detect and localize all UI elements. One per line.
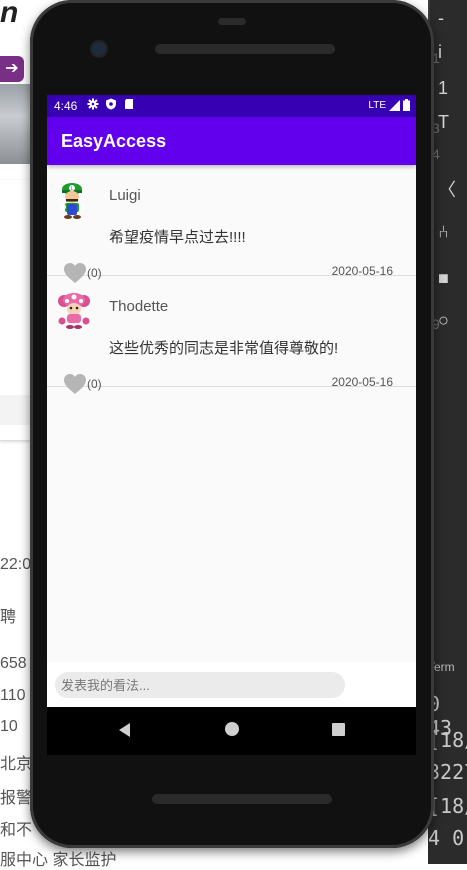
like-button[interactable]: (0) — [63, 373, 102, 395]
post-list[interactable]: L Luigi 希望疫情早点过去!!!! (0) 2020-05-16 Thod… — [47, 165, 416, 394]
toadette-avatar-icon — [58, 293, 90, 329]
ide-glyph: ■ — [438, 268, 449, 288]
signal-icon — [389, 99, 400, 111]
app-bar: EasyAccess — [47, 117, 416, 165]
shield-icon — [106, 98, 116, 110]
ide-glyph: ⑃ — [438, 222, 449, 242]
recent-apps-icon[interactable] — [332, 723, 345, 736]
background-text: 22:0 — [0, 556, 32, 573]
comment-bar — [47, 662, 416, 707]
post-username: Thodette — [109, 298, 169, 315]
background-text: 658 — [0, 655, 27, 672]
app-screen: 4:46 LTE EasyAccess L Luigi 希望疫情早点过去!!!!… — [47, 95, 416, 707]
comment-input[interactable] — [55, 672, 345, 698]
luigi-avatar-icon: L — [60, 183, 85, 219]
background-text: 服中心 家长监护 — [0, 852, 117, 869]
background-text: 报警 — [0, 790, 33, 807]
background-text: 10 — [0, 718, 18, 735]
background-text: 110 — [0, 687, 26, 704]
heart-icon[interactable] — [63, 373, 87, 395]
settings-icon — [87, 98, 99, 110]
status-right: LTE — [368, 99, 410, 111]
background-text: 和不 — [0, 822, 33, 839]
back-icon[interactable] — [119, 723, 130, 737]
post-date: 2020-05-16 — [331, 375, 393, 389]
status-bar: 4:46 LTE — [47, 95, 416, 117]
top-speaker-grille — [155, 44, 335, 54]
ide-glyph: 〈 — [438, 180, 456, 200]
ide-glyph: 1 — [438, 78, 449, 98]
like-count: (0) — [87, 377, 102, 391]
post-username: Luigi — [109, 187, 141, 204]
phone-earpiece — [218, 18, 246, 25]
background-logo-text: n — [0, 0, 19, 29]
post-content: 希望疫情早点过去!!!! — [109, 229, 246, 246]
home-icon[interactable] — [225, 722, 239, 736]
terminal-line: 4 0 — [428, 826, 465, 850]
background-text: 北京 — [0, 756, 33, 773]
bottom-speaker-grille — [152, 794, 332, 804]
post-content: 这些优秀的同志是非常值得尊敬的! — [109, 340, 339, 357]
status-icons — [87, 98, 135, 110]
sd-card-icon — [125, 99, 133, 109]
ide-glyph: - — [438, 8, 444, 28]
android-nav-bar — [47, 707, 416, 755]
network-type: LTE — [368, 99, 386, 111]
app-title: EasyAccess — [61, 131, 167, 151]
list-item[interactable]: L Luigi 希望疫情早点过去!!!! (0) 2020-05-16 — [47, 165, 416, 283]
list-item[interactable]: Thodette 这些优秀的同志是非常值得尊敬的! (0) 2020-05-16 — [47, 276, 416, 394]
status-time: 4:46 — [54, 99, 78, 113]
background-forward-button[interactable]: ➔ — [0, 56, 24, 82]
battery-icon — [403, 99, 410, 111]
background-text: 聘 — [0, 609, 17, 626]
front-camera — [92, 42, 106, 56]
